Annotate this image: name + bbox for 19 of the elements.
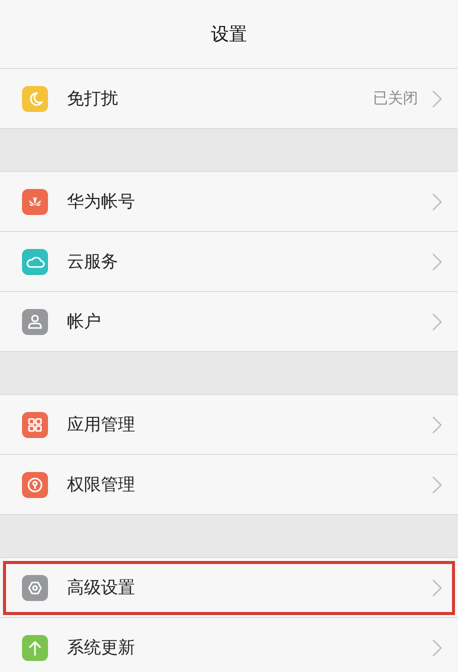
setting-value: 已关闭 — [373, 89, 418, 108]
chevron-icon — [432, 638, 442, 656]
setting-label: 免打扰 — [67, 88, 119, 110]
settings-row[interactable]: 高级设置 — [0, 558, 458, 618]
chevron-icon — [432, 192, 442, 210]
chevron-icon — [432, 312, 442, 330]
setting-label: 华为帐号 — [67, 191, 136, 213]
page-title: 设置 — [211, 23, 247, 46]
setting-label: 帐户 — [67, 311, 102, 333]
chevron-icon — [432, 578, 442, 596]
chevron-icon — [432, 90, 442, 108]
chevron-icon — [432, 252, 442, 270]
chevron-icon — [432, 476, 442, 494]
setting-label: 云服务 — [67, 251, 119, 273]
setting-label: 应用管理 — [67, 414, 136, 436]
setting-label: 系统更新 — [67, 637, 136, 659]
chevron-icon — [432, 416, 442, 434]
setting-label: 权限管理 — [67, 474, 136, 496]
setting-label: 高级设置 — [67, 577, 136, 599]
